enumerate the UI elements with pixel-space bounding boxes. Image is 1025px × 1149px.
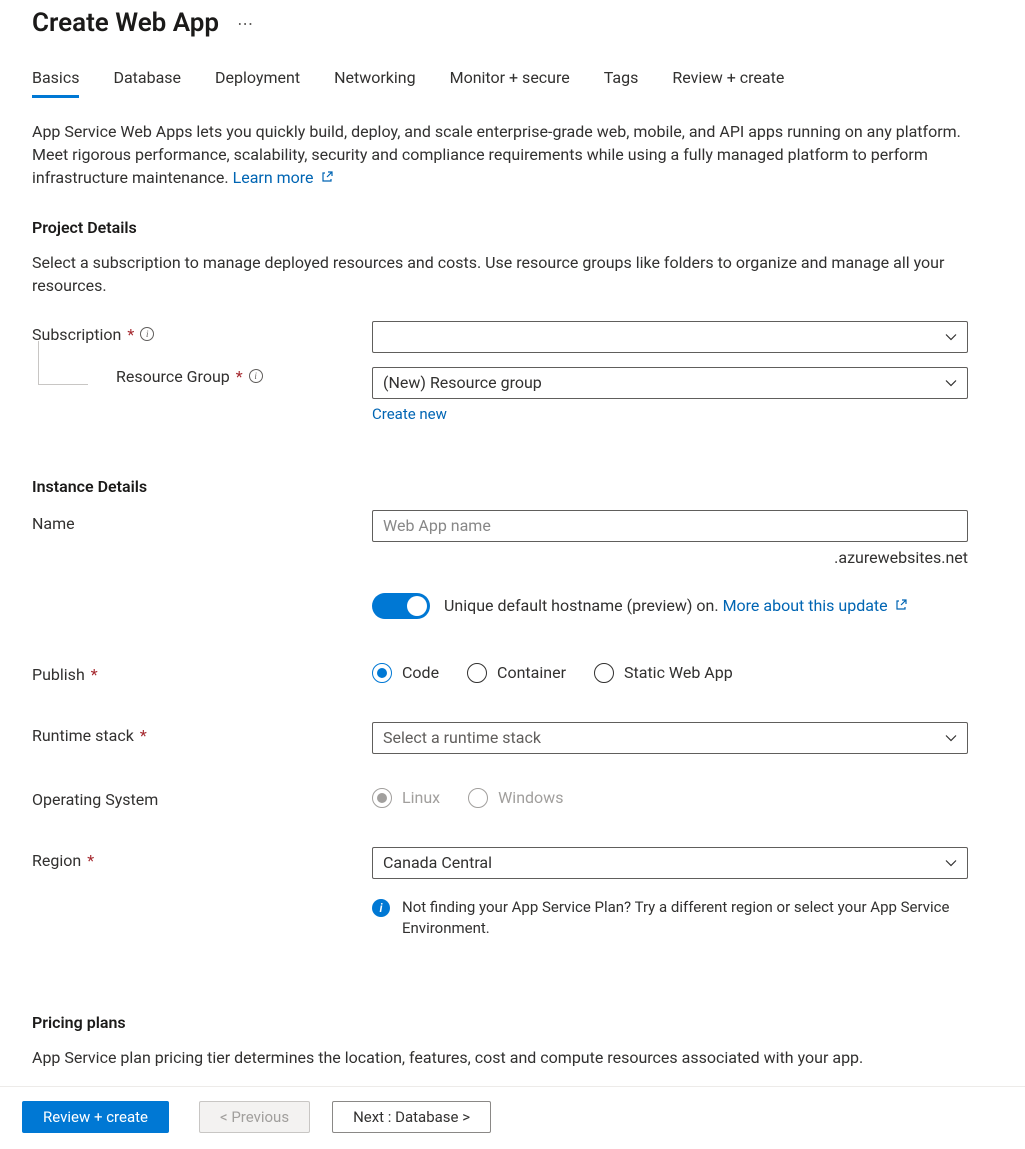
info-icon[interactable]: i: [140, 327, 154, 341]
resource-group-row: Resource Group * i (New) Resource group …: [32, 367, 993, 423]
pricing-heading: Pricing plans: [32, 1013, 993, 1032]
tab-networking[interactable]: Networking: [334, 68, 416, 98]
required-icon: *: [140, 726, 147, 745]
os-radio-linux: Linux: [372, 788, 440, 808]
publish-row: Publish * Code Container Static Web App: [32, 661, 993, 684]
tab-monitor-secure[interactable]: Monitor + secure: [450, 68, 570, 98]
publish-label: Publish *: [32, 661, 372, 684]
external-link-icon: [321, 171, 333, 183]
radio-icon: [467, 663, 487, 683]
intro-body: App Service Web Apps lets you quickly bu…: [32, 122, 961, 187]
required-icon: *: [236, 367, 243, 386]
region-value: Canada Central: [383, 853, 492, 872]
publish-radio-group: Code Container Static Web App: [372, 661, 968, 683]
info-badge-icon: i: [372, 899, 390, 917]
resource-group-label: Resource Group: [116, 367, 230, 386]
name-row: Name .azurewebsites.net Unique default h…: [32, 510, 993, 619]
region-row: Region * Canada Central i Not finding yo…: [32, 847, 993, 939]
hostname-toggle[interactable]: [372, 593, 430, 619]
os-label: Operating System: [32, 786, 372, 809]
chevron-down-icon: [945, 732, 957, 744]
tab-deployment[interactable]: Deployment: [215, 68, 300, 98]
project-details-heading: Project Details: [32, 218, 993, 237]
runtime-row: Runtime stack * Select a runtime stack: [32, 722, 993, 754]
region-info-block: i Not finding your App Service Plan? Try…: [372, 897, 968, 939]
os-row: Operating System Linux Windows: [32, 786, 993, 809]
publish-radio-code[interactable]: Code: [372, 663, 439, 683]
more-icon[interactable]: ⋯: [237, 14, 254, 33]
tab-review-create[interactable]: Review + create: [672, 68, 784, 98]
region-select[interactable]: Canada Central: [372, 847, 968, 879]
title-row: Create Web App ⋯: [32, 8, 993, 38]
subscription-row: Subscription * i: [32, 321, 993, 353]
radio-icon: [468, 788, 488, 808]
region-info-text: Not finding your App Service Plan? Try a…: [402, 897, 968, 939]
tab-tags[interactable]: Tags: [604, 68, 639, 98]
runtime-label: Runtime stack *: [32, 722, 372, 745]
resource-group-value: (New) Resource group: [383, 373, 542, 392]
page-title: Create Web App: [32, 8, 219, 38]
required-icon: *: [91, 665, 98, 684]
next-button[interactable]: Next : Database >: [332, 1101, 491, 1133]
tab-basics[interactable]: Basics: [32, 68, 79, 98]
more-about-update-link[interactable]: More about this update: [723, 596, 907, 615]
learn-more-link[interactable]: Learn more: [233, 168, 333, 187]
name-input[interactable]: [372, 510, 968, 542]
tab-bar: Basics Database Deployment Networking Mo…: [32, 68, 993, 98]
create-web-app-page: Create Web App ⋯ Basics Database Deploym…: [0, 0, 1025, 1149]
external-link-icon: [895, 599, 907, 611]
os-radio-group: Linux Windows: [372, 786, 968, 808]
intro-text: App Service Web Apps lets you quickly bu…: [32, 120, 992, 190]
instance-details-heading: Instance Details: [32, 477, 993, 496]
publish-radio-container[interactable]: Container: [467, 663, 566, 683]
resource-group-select[interactable]: (New) Resource group: [372, 367, 968, 399]
radio-icon: [594, 663, 614, 683]
previous-button: < Previous: [199, 1101, 310, 1133]
chevron-down-icon: [945, 377, 957, 389]
chevron-down-icon: [945, 331, 957, 343]
chevron-down-icon: [945, 857, 957, 869]
publish-radio-static[interactable]: Static Web App: [594, 663, 733, 683]
create-new-link[interactable]: Create new: [372, 405, 447, 423]
info-icon[interactable]: i: [249, 369, 263, 383]
pricing-desc: App Service plan pricing tier determines…: [32, 1046, 992, 1069]
domain-suffix: .azurewebsites.net: [372, 548, 968, 567]
subscription-select[interactable]: [372, 321, 968, 353]
required-icon: *: [127, 325, 134, 344]
footer-bar: Review + create < Previous Next : Databa…: [0, 1086, 1025, 1147]
name-label: Name: [32, 510, 372, 533]
runtime-select[interactable]: Select a runtime stack: [372, 722, 968, 754]
region-label: Region *: [32, 847, 372, 870]
runtime-placeholder: Select a runtime stack: [383, 728, 541, 747]
hostname-toggle-row: Unique default hostname (preview) on. Mo…: [372, 593, 968, 619]
required-icon: *: [87, 851, 94, 870]
radio-icon: [372, 788, 392, 808]
toggle-text: Unique default hostname (preview) on.: [444, 596, 719, 615]
os-radio-windows: Windows: [468, 788, 563, 808]
review-create-button[interactable]: Review + create: [22, 1101, 169, 1133]
tree-connector-icon: [38, 341, 88, 385]
radio-icon: [372, 663, 392, 683]
tab-database[interactable]: Database: [113, 68, 181, 98]
project-details-desc: Select a subscription to manage deployed…: [32, 251, 992, 297]
